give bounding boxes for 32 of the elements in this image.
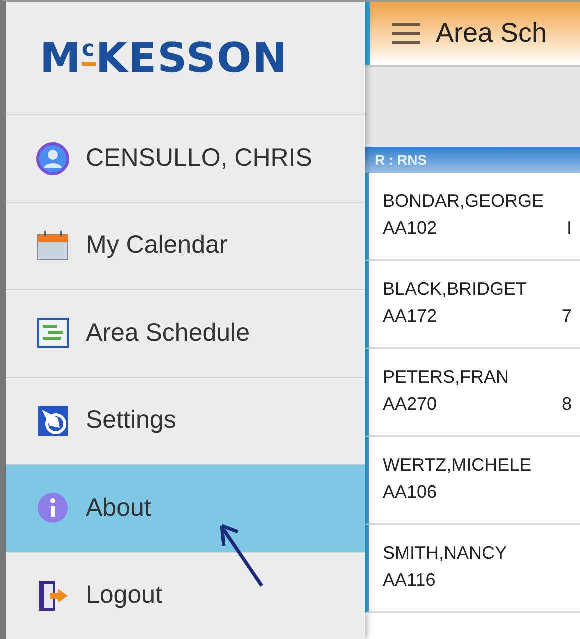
menu-item[interactable]: About <box>6 464 365 552</box>
staff-value: 8 <box>562 394 572 415</box>
staff-code: AA270 <box>383 394 438 415</box>
calendar-icon <box>36 228 70 263</box>
settings-icon <box>36 404 70 438</box>
company-logo: M$^{c}$KESSON <box>40 34 288 82</box>
user-icon <box>36 142 70 176</box>
menu-item[interactable]: Area Schedule <box>6 289 365 377</box>
staff-row[interactable]: SMITH,NANCY AA116 <box>365 525 580 613</box>
menu-item[interactable]: My Calendar <box>6 202 365 290</box>
staff-code: AA172 <box>383 306 438 327</box>
staff-code: AA116 <box>383 570 436 591</box>
staff-code: AA102 <box>383 218 438 239</box>
staff-code: AA106 <box>383 482 438 503</box>
group-label: R : RNS <box>375 152 428 168</box>
staff-value: 7 <box>562 306 572 327</box>
staff-row[interactable]: WERTZ,MICHELE AA106 <box>365 437 580 525</box>
staff-name: BLACK,BRIDGET <box>383 279 528 300</box>
menu-item[interactable]: Logout <box>6 552 365 639</box>
staff-name: BONDAR,GEORGE <box>383 191 546 212</box>
menu-item[interactable]: CENSULLO, CHRIS <box>6 114 365 202</box>
info-icon <box>36 491 70 526</box>
staff-value: I <box>566 218 572 239</box>
staff-name: WERTZ,MICHELE <box>383 455 533 476</box>
staff-row[interactable]: BONDAR,GEORGE AA102 I <box>365 173 580 261</box>
schedule-icon <box>36 316 70 350</box>
logout-icon <box>36 578 70 613</box>
screen-title: Area Sch <box>436 18 548 49</box>
staff-row[interactable]: BLACK,BRIDGET AA172 7 <box>365 261 580 349</box>
staff-row[interactable]: PETERS,FRAN AA270 8 <box>365 349 580 437</box>
staff-name: SMITH,NANCY <box>383 543 508 564</box>
staff-name: PETERS,FRAN <box>383 367 510 388</box>
